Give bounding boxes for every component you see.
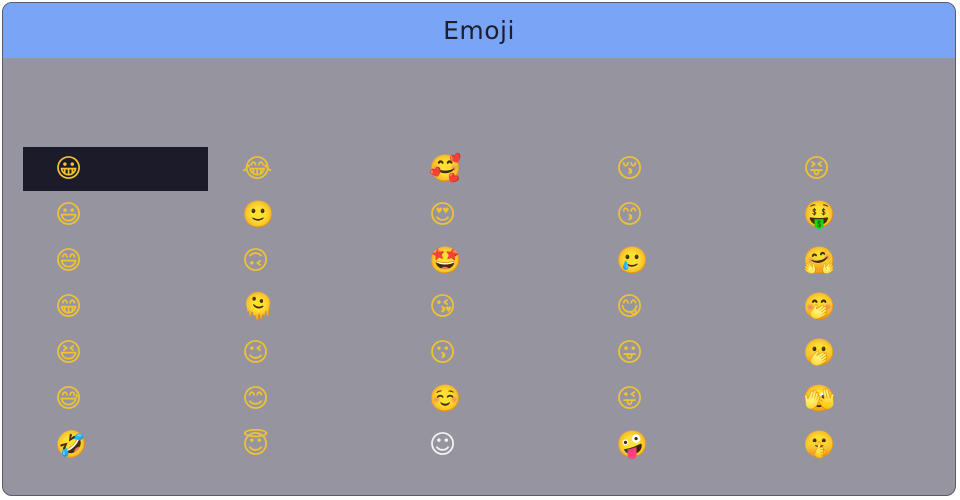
emoji-cell[interactable]: ☺ [397, 423, 582, 467]
emoji-cell[interactable]: 🤪 [584, 423, 769, 467]
emoji-cell[interactable]: 😆 [23, 331, 208, 375]
emoji-cell[interactable]: 🤭 [771, 285, 955, 329]
emoji-cell[interactable]: 😚 [584, 147, 769, 191]
emoji-cell[interactable]: 😝 [771, 147, 955, 191]
emoji-cell[interactable]: 🙃 [210, 239, 395, 283]
emoji-cell[interactable]: 🥲 [584, 239, 769, 283]
emoji-grid: 😀 😂 🥰 😚 😝 😃 🙂 😍 😙 🤑 😄 🙃 🤩 🥲 🤗 😁 🫠 😘 😋 🤭 … [23, 147, 955, 469]
emoji-cell[interactable]: 😅 [23, 377, 208, 421]
title-bar: Emoji [3, 3, 955, 58]
emoji-cell[interactable]: 🫠 [210, 285, 395, 329]
emoji-cell[interactable]: 🤗 [771, 239, 955, 283]
emoji-cell[interactable]: 😁 [23, 285, 208, 329]
emoji-cell[interactable]: 😘 [397, 285, 582, 329]
emoji-cell[interactable]: 😊 [210, 377, 395, 421]
emoji-cell[interactable]: 🙂 [210, 193, 395, 237]
emoji-cell[interactable]: 🤩 [397, 239, 582, 283]
emoji-cell[interactable]: 😙 [584, 193, 769, 237]
emoji-cell[interactable]: 🤑 [771, 193, 955, 237]
emoji-cell[interactable]: 😜 [584, 377, 769, 421]
emoji-cell[interactable]: 😗 [397, 331, 582, 375]
emoji-cell[interactable]: 😂 [210, 147, 395, 191]
window-title: Emoji [443, 16, 515, 45]
emoji-cell[interactable]: 🫣 [771, 377, 955, 421]
emoji-cell[interactable]: 😛 [584, 331, 769, 375]
emoji-cell[interactable]: 🤣 [23, 423, 208, 467]
emoji-cell[interactable]: 😄 [23, 239, 208, 283]
emoji-cell[interactable]: ☺️ [397, 377, 582, 421]
emoji-cell-selected[interactable]: 😀 [23, 147, 208, 191]
emoji-cell[interactable]: 🤫 [771, 423, 955, 467]
emoji-cell[interactable]: 😃 [23, 193, 208, 237]
emoji-cell[interactable]: 🫢 [771, 331, 955, 375]
emoji-picker-window: Emoji 😀 😂 🥰 😚 😝 😃 🙂 😍 😙 🤑 😄 🙃 🤩 🥲 🤗 😁 🫠 … [2, 2, 956, 496]
emoji-cell[interactable]: 😋 [584, 285, 769, 329]
emoji-cell[interactable]: 😍 [397, 193, 582, 237]
emoji-cell[interactable]: 😇 [210, 423, 395, 467]
emoji-cell[interactable]: 😉 [210, 331, 395, 375]
emoji-cell[interactable]: 🥰 [397, 147, 582, 191]
